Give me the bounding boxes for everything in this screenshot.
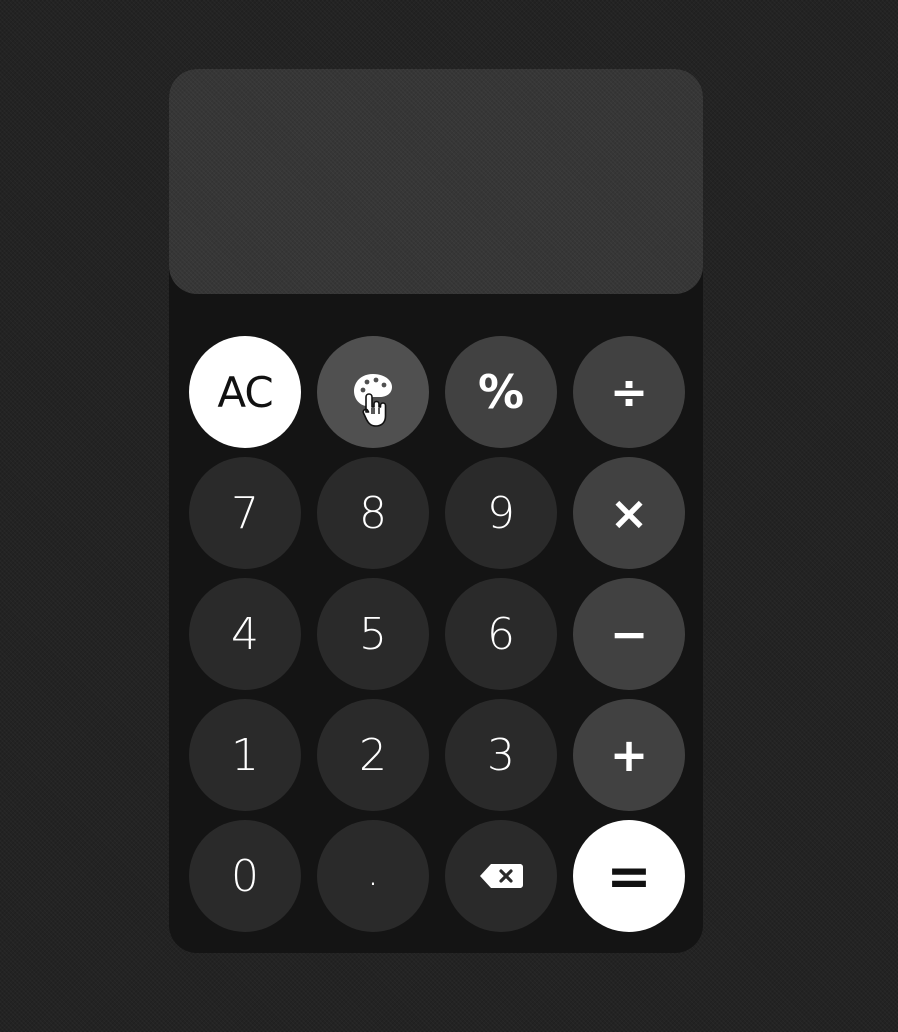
equals-button[interactable]: = bbox=[573, 820, 685, 932]
digit-7-button[interactable]: 7 bbox=[189, 457, 301, 569]
clear-button[interactable]: AC bbox=[189, 336, 301, 448]
digit-4-button[interactable]: 4 bbox=[189, 578, 301, 690]
digit-1-button[interactable]: 1 bbox=[189, 699, 301, 811]
divide-button[interactable]: ÷ bbox=[573, 336, 685, 448]
digit-3-button[interactable]: 3 bbox=[445, 699, 557, 811]
digit-9-button[interactable]: 9 bbox=[445, 457, 557, 569]
display bbox=[169, 69, 703, 294]
keypad: AC % ÷ 7 8 9 × 4 5 6 − 1 2 3 + 0 . = bbox=[189, 336, 685, 932]
percent-button[interactable]: % bbox=[445, 336, 557, 448]
digit-6-button[interactable]: 6 bbox=[445, 578, 557, 690]
hand-pointer-icon bbox=[361, 388, 389, 439]
calculator: AC % ÷ 7 8 9 × 4 5 6 − 1 2 3 + 0 . = bbox=[169, 69, 703, 953]
digit-5-button[interactable]: 5 bbox=[317, 578, 429, 690]
digit-2-button[interactable]: 2 bbox=[317, 699, 429, 811]
theme-toggle-button[interactable] bbox=[317, 336, 429, 448]
multiply-button[interactable]: × bbox=[573, 457, 685, 569]
decimal-label: . bbox=[366, 849, 380, 895]
digit-0-button[interactable]: 0 bbox=[189, 820, 301, 932]
plus-button[interactable]: + bbox=[573, 699, 685, 811]
digit-8-button[interactable]: 8 bbox=[317, 457, 429, 569]
backspace-icon bbox=[478, 862, 524, 890]
minus-button[interactable]: − bbox=[573, 578, 685, 690]
decimal-button[interactable]: . bbox=[317, 820, 429, 932]
backspace-button[interactable] bbox=[445, 820, 557, 932]
